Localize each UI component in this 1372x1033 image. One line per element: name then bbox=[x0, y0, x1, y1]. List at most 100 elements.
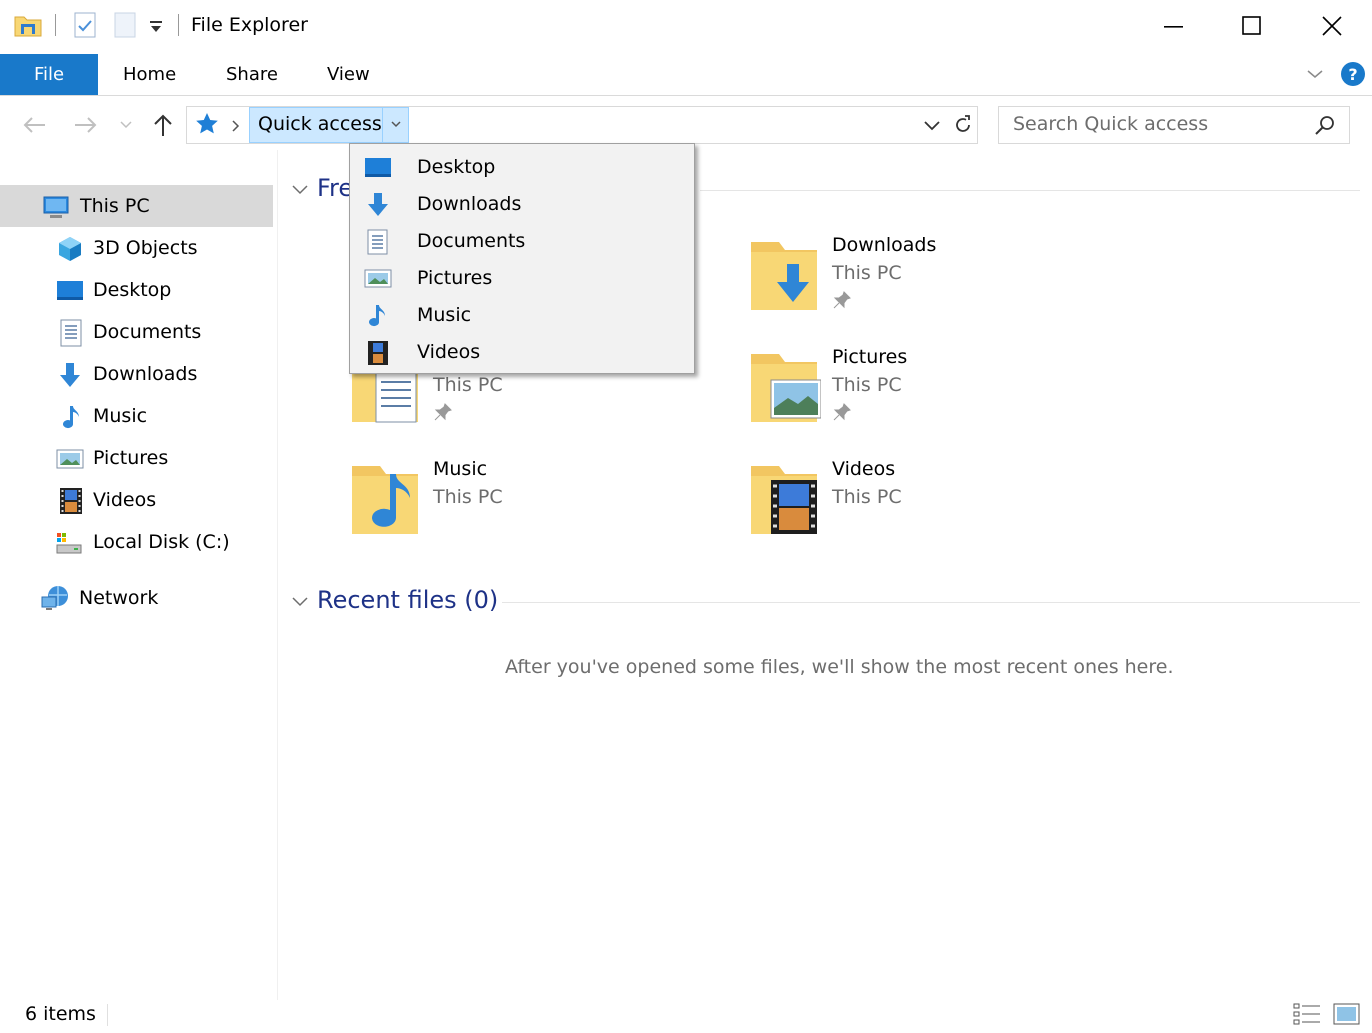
music-folder-icon bbox=[350, 462, 422, 538]
sidebar-item-label: Music bbox=[93, 405, 148, 427]
videos-folder-icon bbox=[749, 462, 821, 538]
sidebar-item-downloads[interactable]: Downloads bbox=[0, 353, 273, 395]
pin-icon bbox=[832, 402, 852, 422]
tile-downloads[interactable]: Downloads This PC bbox=[745, 232, 1045, 322]
desktop-icon bbox=[56, 277, 84, 305]
pictures-icon bbox=[56, 445, 84, 473]
breadcrumb-separator-icon[interactable] bbox=[230, 118, 242, 134]
refresh-icon[interactable] bbox=[951, 113, 975, 137]
sidebar-item-this-pc[interactable]: This PC bbox=[0, 185, 273, 227]
sidebar-item-music[interactable]: Music bbox=[0, 395, 273, 437]
details-view-icon[interactable] bbox=[1293, 1002, 1323, 1026]
documents-icon bbox=[58, 319, 86, 347]
collapse-group-chevron-icon[interactable] bbox=[290, 182, 310, 198]
menu-item-documents[interactable]: Documents bbox=[350, 223, 694, 260]
maximize-button[interactable] bbox=[1212, 0, 1292, 54]
pin-icon bbox=[433, 402, 453, 422]
menu-item-label: Desktop bbox=[417, 156, 496, 178]
up-arrow-icon[interactable] bbox=[151, 112, 175, 138]
computer-icon bbox=[42, 193, 70, 221]
tile-name: Pictures bbox=[832, 346, 908, 368]
menu-item-label: Downloads bbox=[417, 193, 522, 215]
pane-divider[interactable] bbox=[277, 150, 278, 1000]
expand-ribbon-chevron-icon[interactable] bbox=[1305, 66, 1325, 82]
tile-music[interactable]: Music This PC bbox=[346, 456, 646, 546]
tile-location: This PC bbox=[832, 262, 902, 284]
frequent-folders-header[interactable]: Fre bbox=[317, 174, 353, 202]
music-note-icon bbox=[364, 303, 392, 329]
desktop-icon bbox=[364, 155, 392, 181]
back-arrow-icon[interactable] bbox=[21, 114, 47, 136]
folder-app-icon bbox=[14, 12, 42, 38]
downloads-folder-icon bbox=[749, 238, 821, 314]
collapse-group-chevron-icon[interactable] bbox=[290, 594, 310, 610]
minimize-button[interactable] bbox=[1133, 0, 1213, 54]
menu-item-label: Pictures bbox=[417, 267, 493, 289]
large-icons-view-icon[interactable] bbox=[1333, 1002, 1361, 1026]
quick-access-star-icon bbox=[194, 111, 220, 137]
sidebar-item-pictures[interactable]: Pictures bbox=[0, 437, 273, 479]
pin-icon bbox=[832, 290, 852, 310]
address-history-chevron-icon[interactable] bbox=[922, 116, 942, 134]
title-bar: File Explorer bbox=[0, 0, 1372, 54]
sidebar-item-local-disk[interactable]: Local Disk (C:) bbox=[0, 521, 273, 563]
film-strip-icon bbox=[58, 487, 86, 515]
sidebar-item-label: Local Disk (C:) bbox=[93, 531, 230, 553]
pictures-icon bbox=[364, 266, 392, 292]
menu-item-music[interactable]: Music bbox=[350, 297, 694, 334]
breadcrumb-quick-access[interactable]: Quick access bbox=[249, 107, 409, 143]
menu-item-desktop[interactable]: Desktop bbox=[350, 149, 694, 186]
drive-icon bbox=[55, 529, 83, 557]
film-strip-icon bbox=[364, 340, 392, 366]
tab-view[interactable]: View bbox=[327, 54, 370, 95]
tile-location: This PC bbox=[832, 486, 902, 508]
help-icon[interactable]: ? bbox=[1340, 61, 1366, 87]
sidebar-item-videos[interactable]: Videos bbox=[0, 479, 273, 521]
sidebar-item-label: This PC bbox=[80, 195, 150, 217]
search-placeholder: Search Quick access bbox=[1013, 113, 1209, 135]
tile-videos[interactable]: Videos This PC bbox=[745, 456, 1045, 546]
recent-locations-chevron-icon[interactable] bbox=[118, 118, 134, 132]
tile-name: Music bbox=[433, 458, 488, 480]
recent-files-header[interactable]: Recent files (0) bbox=[317, 586, 498, 614]
3d-objects-icon bbox=[56, 235, 84, 263]
tile-location: This PC bbox=[433, 374, 503, 396]
tile-name: Videos bbox=[832, 458, 896, 480]
sidebar-item-label: Downloads bbox=[93, 363, 198, 385]
sidebar-item-label: Videos bbox=[93, 489, 157, 511]
download-arrow-icon bbox=[56, 361, 84, 389]
sidebar-item-label: 3D Objects bbox=[93, 237, 198, 259]
network-icon bbox=[41, 585, 69, 613]
tile-location: This PC bbox=[832, 374, 902, 396]
close-button[interactable] bbox=[1292, 0, 1372, 54]
properties-icon[interactable] bbox=[73, 11, 97, 39]
download-arrow-icon bbox=[364, 192, 392, 218]
tab-file[interactable]: File bbox=[0, 54, 98, 95]
sidebar-item-label: Pictures bbox=[93, 447, 169, 469]
quick-access-dropdown-menu: Desktop Downloads Documents Pictures Mus… bbox=[349, 143, 695, 374]
menu-item-label: Documents bbox=[417, 230, 526, 252]
ribbon-tabs: File Home Share View ? bbox=[0, 54, 1372, 96]
menu-item-videos[interactable]: Videos bbox=[350, 334, 694, 371]
tile-name: Downloads bbox=[832, 234, 937, 256]
sidebar-item-network[interactable]: Network bbox=[0, 577, 273, 619]
tab-share[interactable]: Share bbox=[226, 54, 278, 95]
tab-home[interactable]: Home bbox=[123, 54, 176, 95]
search-icon[interactable] bbox=[1313, 114, 1337, 138]
window-title: File Explorer bbox=[191, 14, 308, 36]
tile-location: This PC bbox=[433, 486, 503, 508]
svg-text:?: ? bbox=[1348, 65, 1357, 84]
forward-arrow-icon[interactable] bbox=[73, 114, 99, 136]
menu-item-pictures[interactable]: Pictures bbox=[350, 260, 694, 297]
breadcrumb-label: Quick access bbox=[258, 113, 382, 135]
breadcrumb-dropdown-button[interactable] bbox=[382, 108, 408, 142]
sidebar-item-desktop[interactable]: Desktop bbox=[0, 269, 273, 311]
tile-pictures[interactable]: Pictures This PC bbox=[745, 344, 1045, 434]
menu-item-downloads[interactable]: Downloads bbox=[350, 186, 694, 223]
menu-item-label: Music bbox=[417, 304, 472, 326]
sidebar-item-3d-objects[interactable]: 3D Objects bbox=[0, 227, 273, 269]
customize-toolbar-dropdown-icon[interactable] bbox=[148, 16, 164, 36]
sidebar-item-documents[interactable]: Documents bbox=[0, 311, 273, 353]
search-input[interactable]: Search Quick access bbox=[998, 106, 1350, 144]
new-folder-icon[interactable] bbox=[113, 11, 137, 39]
